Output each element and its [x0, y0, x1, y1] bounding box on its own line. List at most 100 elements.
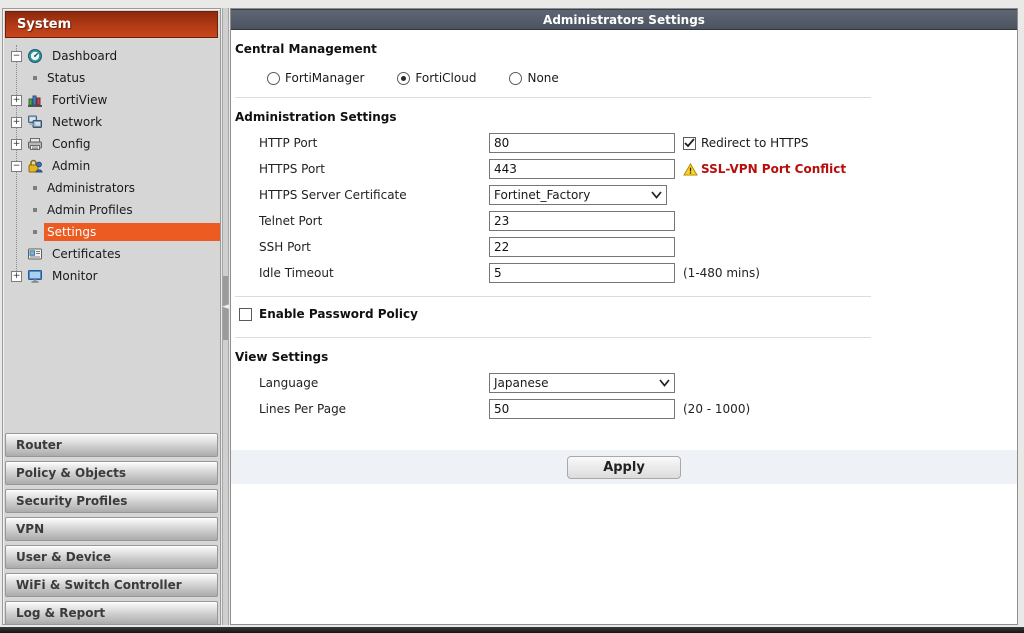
ssh-port-row: SSH Port: [259, 234, 1017, 260]
sidebar-splitter[interactable]: ◄: [222, 8, 229, 625]
config-icon: [27, 136, 44, 152]
http-port-row: HTTP Port Redirect to HTTPS: [259, 130, 1017, 156]
https-port-label: HTTPS Port: [259, 162, 489, 176]
radio-fortimanager[interactable]: FortiManager: [267, 71, 364, 85]
sidebar-item-monitor[interactable]: Monitor: [3, 265, 220, 287]
sidebar-item-fortiview[interactable]: FortiView: [3, 89, 220, 111]
sidebar-item-administrators[interactable]: Administrators: [3, 177, 220, 199]
radio-label: FortiCloud: [415, 71, 476, 85]
central-management-heading: Central Management: [235, 42, 1017, 56]
sidebar-section-router[interactable]: Router: [5, 433, 218, 457]
sidebar-item-admin-profiles[interactable]: Admin Profiles: [3, 199, 220, 221]
bullet-icon: [33, 230, 37, 234]
lines-per-page-input[interactable]: [489, 399, 675, 419]
ssh-port-label: SSH Port: [259, 240, 489, 254]
bullet-icon: [33, 76, 37, 80]
collapse-icon[interactable]: [11, 51, 22, 62]
lines-per-page-label: Lines Per Page: [259, 402, 489, 416]
idle-timeout-label: Idle Timeout: [259, 266, 489, 280]
radio-icon[interactable]: [509, 72, 522, 85]
sidebar-section-log-report[interactable]: Log & Report: [5, 601, 218, 625]
telnet-port-label: Telnet Port: [259, 214, 489, 228]
chevron-down-icon: [659, 379, 670, 387]
warning-text: SSL-VPN Port Conflict: [701, 162, 846, 176]
expand-icon[interactable]: [11, 271, 22, 282]
ssl-vpn-conflict-warning: SSL-VPN Port Conflict: [683, 162, 846, 176]
sidebar-item-dashboard[interactable]: Dashboard: [3, 45, 220, 67]
sidebar-item-network[interactable]: Network: [3, 111, 220, 133]
window-bottom-edge: [0, 627, 1024, 633]
language-row: Language Japanese: [259, 370, 1017, 396]
sidebar-item-status[interactable]: Status: [3, 67, 220, 89]
fortiview-icon: [27, 92, 44, 108]
ssh-port-input[interactable]: [489, 237, 675, 257]
network-icon: [27, 114, 44, 130]
warning-icon: [683, 163, 698, 176]
sidebar-item-label: Admin Profiles: [44, 201, 136, 219]
bullet-icon: [33, 186, 37, 190]
administration-settings-form: HTTP Port Redirect to HTTPS HTTPS Port S…: [231, 130, 1017, 286]
settings-panel: Administrators Settings Central Manageme…: [230, 8, 1018, 625]
dashboard-icon: [27, 48, 44, 64]
expand-icon[interactable]: [11, 95, 22, 106]
sidebar-item-label: Admin: [49, 157, 93, 175]
radio-selected-icon[interactable]: [397, 72, 410, 85]
http-port-input[interactable]: [489, 133, 675, 153]
view-settings-heading: View Settings: [235, 350, 1017, 364]
sidebar-section-system[interactable]: System: [5, 11, 218, 38]
sidebar-item-label: Network: [49, 113, 105, 131]
view-settings-form: Language Japanese Lines Per Page (20 - 1…: [231, 370, 1017, 422]
idle-timeout-range-note: (1-480 mins): [683, 266, 760, 280]
radio-label: None: [527, 71, 558, 85]
redirect-https-label: Redirect to HTTPS: [701, 136, 809, 150]
selected-option: Japanese: [494, 376, 549, 390]
language-select[interactable]: Japanese: [489, 373, 675, 393]
sidebar-item-admin[interactable]: Admin: [3, 155, 220, 177]
chevron-down-icon: [651, 191, 662, 199]
section-divider: [235, 337, 871, 338]
section-divider: [235, 97, 871, 98]
certificates-icon: [27, 246, 44, 262]
sidebar-section-policy-objects[interactable]: Policy & Objects: [5, 461, 218, 485]
radio-icon[interactable]: [267, 72, 280, 85]
radio-forticloud[interactable]: FortiCloud: [397, 71, 476, 85]
sidebar-item-label: FortiView: [49, 91, 110, 109]
idle-timeout-input[interactable]: [489, 263, 675, 283]
expand-icon[interactable]: [11, 117, 22, 128]
administration-settings-heading: Administration Settings: [235, 110, 1017, 124]
redirect-https-option[interactable]: Redirect to HTTPS: [683, 136, 809, 150]
https-port-row: HTTPS Port SSL-VPN Port Conflict: [259, 156, 1017, 182]
lines-per-page-range-note: (20 - 1000): [683, 402, 750, 416]
sidebar-item-config[interactable]: Config: [3, 133, 220, 155]
https-certificate-row: HTTPS Server Certificate Fortinet_Factor…: [259, 182, 1017, 208]
admin-icon: [27, 158, 44, 174]
sidebar-item-label: Config: [49, 135, 94, 153]
fortigate-admin-ui: System Dashboard Status FortiView: [0, 0, 1024, 633]
apply-button[interactable]: Apply: [567, 456, 681, 479]
system-menu-tree: Dashboard Status FortiView Network: [3, 45, 220, 287]
sidebar-section-vpn[interactable]: VPN: [5, 517, 218, 541]
apply-toolbar: Apply: [231, 450, 1017, 484]
https-certificate-select[interactable]: Fortinet_Factory: [489, 185, 667, 205]
sidebar-section-security-profiles[interactable]: Security Profiles: [5, 489, 218, 513]
sidebar: System Dashboard Status FortiView: [2, 8, 221, 625]
expand-icon[interactable]: [11, 139, 22, 150]
checkbox-checked-icon[interactable]: [683, 137, 696, 150]
sidebar-item-settings[interactable]: Settings: [3, 221, 220, 243]
sidebar-section-user-device[interactable]: User & Device: [5, 545, 218, 569]
telnet-port-input[interactable]: [489, 211, 675, 231]
https-port-input[interactable]: [489, 159, 675, 179]
password-policy-option[interactable]: Enable Password Policy: [239, 301, 1017, 327]
collapse-icon[interactable]: [11, 161, 22, 172]
sidebar-item-label: Administrators: [44, 179, 138, 197]
selected-option: Fortinet_Factory: [494, 188, 590, 202]
sidebar-item-label: Monitor: [49, 267, 101, 285]
sidebar-section-wifi-switch[interactable]: WiFi & Switch Controller: [5, 573, 218, 597]
checkbox-unchecked-icon[interactable]: [239, 308, 252, 321]
radio-label: FortiManager: [285, 71, 364, 85]
sidebar-item-label: Dashboard: [49, 47, 120, 65]
radio-none[interactable]: None: [509, 71, 558, 85]
monitor-icon: [27, 268, 44, 284]
sidebar-item-certificates[interactable]: Certificates: [3, 243, 220, 265]
collapse-arrow-icon: ◄: [222, 300, 229, 314]
